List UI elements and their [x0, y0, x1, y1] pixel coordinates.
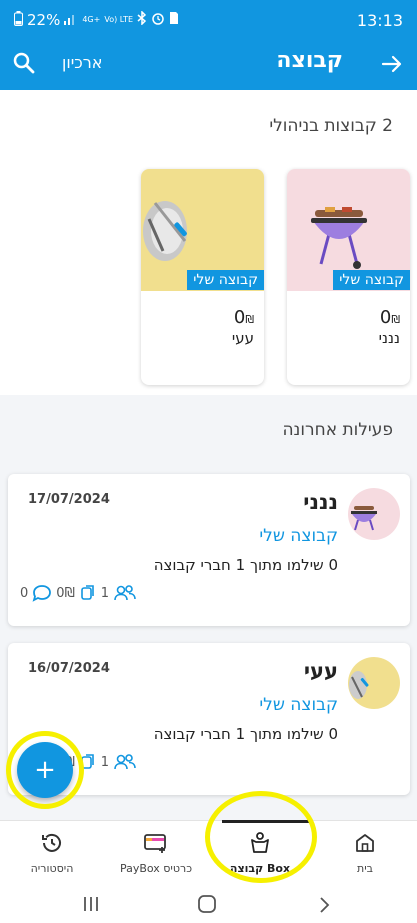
nav-box-group[interactable]: Box קבוצה	[208, 821, 312, 885]
system-nav-bar	[0, 884, 417, 923]
add-group-button[interactable]: +	[17, 742, 73, 798]
recent-apps-icon[interactable]	[82, 896, 100, 916]
payments-amount: 0₪	[56, 585, 75, 601]
group-name: עעי	[231, 329, 254, 347]
coins-icon	[79, 584, 97, 602]
members-icon	[113, 584, 137, 602]
avatar	[348, 657, 400, 709]
card-icon	[143, 831, 169, 858]
activity-meta: 0 0₪ 1	[20, 584, 137, 602]
members-count: 1	[100, 585, 110, 601]
sim-icon	[169, 11, 179, 29]
app-bar: ארכיון קבוצה	[0, 40, 417, 90]
group-card[interactable]: קבוצה שלי 0₪ עעי	[141, 169, 264, 385]
bluetooth-icon	[137, 10, 147, 29]
avatar	[348, 488, 400, 540]
activity-description: 0 שילמו מתוך 1 חברי קבוצה	[153, 725, 338, 743]
coins-icon	[79, 753, 97, 771]
group-tag: קבוצה שלי	[187, 270, 264, 290]
managed-groups-section: 2 קבוצות בניהולי קבוצה שלי 0₪ ננני קבוצה…	[0, 90, 417, 395]
comment-icon	[32, 584, 52, 602]
nav-label: היסטוריה	[30, 862, 74, 875]
activity-group-name: עעי	[303, 659, 338, 683]
battery-icon	[14, 10, 23, 30]
members-count: 1	[100, 754, 110, 770]
volte-indicator: Vo) LTE	[104, 15, 134, 24]
history-icon	[40, 831, 64, 858]
network-type: 4G+	[82, 15, 101, 24]
search-icon[interactable]	[12, 51, 36, 75]
home-button-icon[interactable]	[198, 895, 216, 917]
archive-button[interactable]: ארכיון	[62, 53, 102, 72]
activity-group-tag: קבוצה שלי	[259, 695, 338, 715]
nav-label: Box קבוצה	[229, 862, 291, 875]
activity-description: 0 שילמו מתוך 1 חברי קבוצה	[153, 556, 338, 574]
alarm-icon	[151, 11, 165, 29]
page-title: קבוצה	[276, 48, 343, 73]
back-arrow-icon[interactable]	[379, 51, 405, 77]
bottom-navigation: היסטוריה כרטיס PayBox Box קבוצה בית	[0, 820, 417, 884]
status-bar: 22% 4G+ Vo) LTE 13:13	[0, 0, 417, 40]
activity-heading: פעילות אחרונה	[282, 420, 393, 440]
nav-history[interactable]: היסטוריה	[0, 821, 104, 885]
members-icon	[113, 753, 137, 771]
activity-group-name: ננני	[303, 490, 338, 514]
activity-card[interactable]: ננני 17/07/2024 קבוצה שלי 0 שילמו מתוך 1…	[8, 474, 410, 626]
nav-paybox-card[interactable]: כרטיס PayBox	[104, 821, 208, 885]
battery-percent: 22%	[27, 11, 61, 29]
activity-date: 16/07/2024	[28, 661, 110, 676]
group-tag: קבוצה שלי	[333, 270, 410, 290]
comments-count: 0	[20, 585, 29, 601]
signal-icon	[64, 11, 78, 29]
group-amount: 0₪	[233, 307, 254, 328]
nav-label: בית	[356, 862, 374, 875]
home-icon	[353, 831, 377, 858]
group-card[interactable]: קבוצה שלי 0₪ ננני	[287, 169, 410, 385]
nav-home[interactable]: בית	[313, 821, 417, 885]
group-amount: 0₪	[379, 307, 400, 328]
clock: 13:13	[356, 10, 403, 30]
group-icon	[248, 831, 272, 858]
back-chevron-icon[interactable]	[318, 896, 330, 918]
managed-groups-heading: 2 קבוצות בניהולי	[269, 116, 393, 136]
activity-group-tag: קבוצה שלי	[259, 526, 338, 546]
group-name: ננני	[378, 329, 400, 347]
activity-date: 17/07/2024	[28, 492, 110, 507]
nav-label: כרטיס PayBox	[119, 862, 193, 875]
